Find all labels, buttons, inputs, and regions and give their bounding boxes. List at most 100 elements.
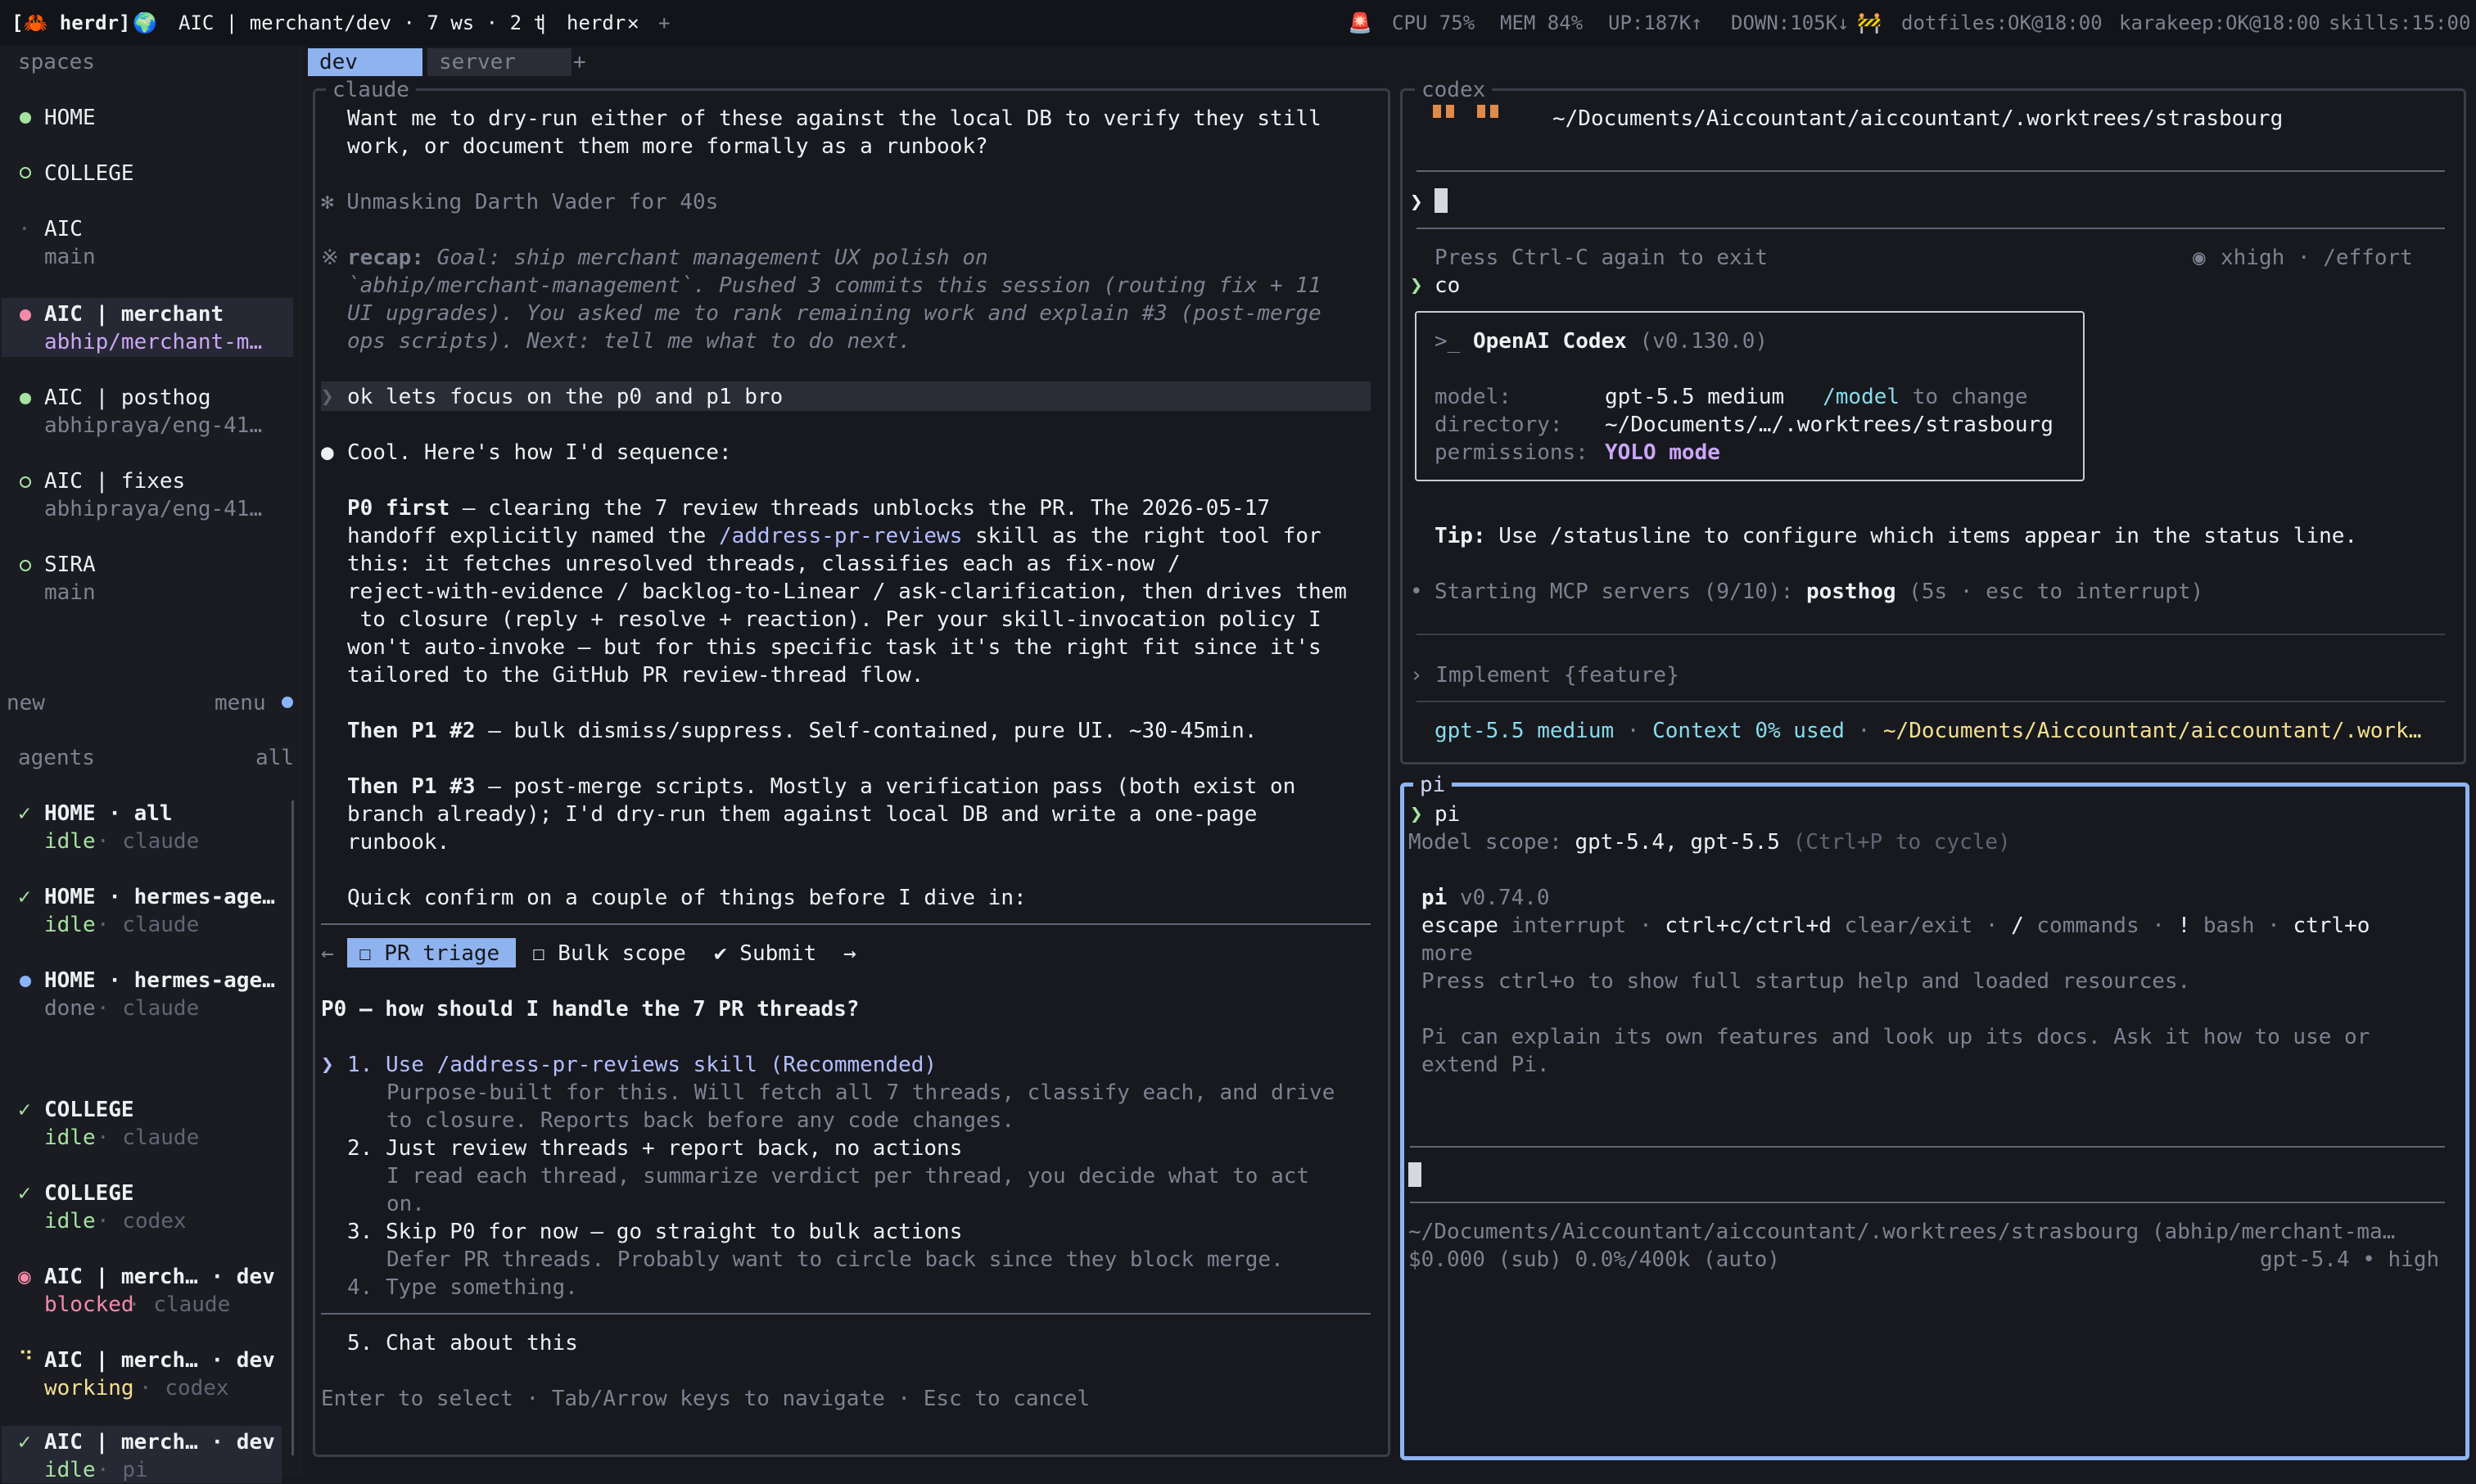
pi-keybindings: escape interrupt · ctrl+c/ctrl+d clear/e… bbox=[1421, 913, 2370, 938]
option-desc: Defer PR threads. Probably want to circl… bbox=[386, 1247, 1284, 1272]
spinner-icon: ⠙ bbox=[18, 1348, 34, 1373]
model-label: model: bbox=[1435, 385, 1511, 409]
claude-text: Then P1 #2 — bulk dismiss/suppress. Self… bbox=[347, 719, 1258, 743]
prompt-icon: ❯ bbox=[1410, 190, 1423, 214]
prompt-icon: ❯ bbox=[1410, 273, 1423, 298]
tab-submit[interactable]: ✔ Submit bbox=[714, 940, 816, 968]
menu-button[interactable]: menu bbox=[215, 689, 266, 717]
divider bbox=[1410, 1202, 2445, 1203]
text-cursor[interactable] bbox=[1435, 188, 1448, 213]
agents-scrollbar[interactable] bbox=[291, 801, 294, 1455]
karakeep-status: karakeep:OK@18:00 bbox=[2119, 11, 2320, 34]
codex-placeholder[interactable]: › Implement {feature} bbox=[1410, 661, 1679, 689]
space-branch: main bbox=[44, 245, 96, 269]
blocked-icon: ◉ bbox=[18, 1265, 31, 1289]
text-cursor[interactable] bbox=[1408, 1162, 1421, 1187]
codex-typed-input[interactable]: co bbox=[1435, 272, 1460, 300]
agent-name: AIC | merch… · dev bbox=[44, 1265, 275, 1289]
agent-name: AIC | merch… · dev bbox=[44, 1430, 275, 1455]
nav-left-arrow[interactable]: ← bbox=[321, 940, 334, 968]
pi-version: pi v0.74.0 bbox=[1421, 886, 1550, 910]
agent-state: idle bbox=[44, 913, 96, 937]
reply-bullet-icon: ● bbox=[321, 440, 334, 465]
agent-tool: · claude bbox=[97, 1125, 200, 1150]
claude-pane-title: claude bbox=[326, 76, 416, 104]
agent-name: AIC | merch… · dev bbox=[44, 1348, 275, 1373]
menu-dot-icon bbox=[282, 697, 293, 708]
claude-text: Quick confirm on a couple of things befo… bbox=[347, 886, 1027, 910]
codex-banner: >_ OpenAI Codex (v0.130.0) bbox=[1435, 329, 1768, 354]
add-tab-icon[interactable]: + bbox=[658, 9, 670, 37]
space-name: HOME bbox=[44, 106, 96, 130]
option-2[interactable]: 2. Just review threads + report back, no… bbox=[347, 1134, 962, 1162]
tab-dev[interactable]: dev bbox=[308, 48, 422, 76]
ring-dot-icon bbox=[20, 476, 31, 488]
codex-status-line: gpt-5.5 medium · Context 0% used · ~/Doc… bbox=[1435, 719, 2422, 743]
model-scope: Model scope: gpt-5.4, gpt-5.5 (Ctrl+P to… bbox=[1408, 830, 2011, 855]
tab-herdr[interactable]: herdr bbox=[567, 9, 626, 37]
agent-tool: · claude bbox=[97, 829, 200, 854]
pi-model: gpt-5.4 • high bbox=[2260, 1247, 2440, 1272]
bullet-icon: · bbox=[18, 217, 31, 241]
agent-state: done bbox=[44, 996, 96, 1021]
pi-pane-title: pi bbox=[1413, 771, 1453, 799]
dotfiles-status: dotfiles:OK@18:00 bbox=[1901, 11, 2103, 34]
cpu-usage: CPU 75% bbox=[1392, 11, 1475, 34]
claude-text: handoff explicitly named the /address-pr… bbox=[347, 524, 1322, 548]
agent-state: idle bbox=[44, 829, 96, 854]
recap-icon: ※ bbox=[321, 246, 339, 270]
agent-state: working bbox=[44, 1376, 134, 1401]
mem-usage: MEM 84% bbox=[1500, 11, 1584, 34]
codex-tip: Tip: Use /statusline to configure which … bbox=[1435, 524, 2358, 548]
option-3[interactable]: 3. Skip P0 for now — go straight to bulk… bbox=[347, 1218, 962, 1246]
question-heading: P0 — how should I handle the 7 PR thread… bbox=[321, 997, 860, 1022]
pi-keybindings: more bbox=[1421, 941, 1473, 966]
new-space-button[interactable]: new bbox=[7, 689, 45, 717]
agent-tool: · pi bbox=[97, 1458, 148, 1482]
agents-all-filter[interactable]: all bbox=[255, 744, 294, 772]
tab-pr-triage[interactable]: ☐ PR triage bbox=[359, 940, 499, 968]
app-badge[interactable]: [🦀 herdr] bbox=[11, 9, 130, 37]
ring-dot-icon bbox=[20, 560, 31, 571]
divider bbox=[1410, 1146, 2445, 1148]
agent-tool: · codex bbox=[97, 1209, 187, 1234]
pi-cost: $0.000 (sub) 0.0%/400k (auto) bbox=[1408, 1247, 1780, 1272]
check-icon: ✓ bbox=[18, 885, 31, 909]
mcp-status: Starting MCP servers (9/10): posthog (5s… bbox=[1435, 580, 2204, 604]
option-1[interactable]: 1. Use /address-pr-reviews skill (Recomm… bbox=[347, 1051, 937, 1079]
nav-right-arrow[interactable]: → bbox=[843, 940, 856, 968]
option-desc: on. bbox=[386, 1192, 425, 1216]
option-desc: I read each thread, summarize verdict pe… bbox=[386, 1164, 1310, 1189]
skills-status: skills:15:00 bbox=[2329, 11, 2471, 34]
check-icon: ✓ bbox=[18, 1430, 31, 1455]
codex-path: ~/Documents/Aiccountant/aiccountant/.wor… bbox=[1552, 106, 2284, 131]
permissions-value: YOLO mode bbox=[1605, 440, 1720, 465]
space-name: AIC | fixes bbox=[44, 469, 186, 494]
claude-footer-hint: Enter to select · Tab/Arrow keys to navi… bbox=[321, 1387, 1091, 1411]
workspace-title: AIC | merchant/dev · 7 ws · 2 t bbox=[178, 11, 545, 34]
pi-command: pi bbox=[1435, 802, 1461, 827]
alarm-icon: 🚨 bbox=[1348, 11, 1372, 34]
agent-name: HOME · hermes-age… bbox=[44, 968, 275, 993]
tab-server[interactable]: server bbox=[427, 48, 572, 76]
add-tab-button[interactable]: + bbox=[562, 48, 606, 76]
close-icon[interactable]: ✕ bbox=[627, 9, 639, 37]
option-5[interactable]: 5. Chat about this bbox=[347, 1329, 578, 1357]
agent-state: idle bbox=[44, 1125, 96, 1150]
tab-bulk-scope[interactable]: ☐ Bulk scope bbox=[532, 940, 686, 968]
prompt-icon: ❯ bbox=[1410, 802, 1423, 827]
permissions-label: permissions: bbox=[1435, 440, 1588, 465]
space-branch: abhipraya/eng-41… bbox=[44, 497, 263, 521]
claude-text: won't auto-invoke — but for this specifi… bbox=[347, 635, 1322, 660]
agent-state: idle bbox=[44, 1209, 96, 1234]
pi-explain: extend Pi. bbox=[1421, 1053, 1550, 1077]
agent-name: COLLEGE bbox=[44, 1098, 134, 1122]
separator: | bbox=[537, 11, 549, 34]
agent-name: HOME · all bbox=[44, 801, 173, 826]
ring-dot-icon bbox=[20, 167, 31, 178]
claude-text: work, or document them more formally as … bbox=[347, 134, 988, 159]
option-4[interactable]: 4. Type something. bbox=[347, 1274, 578, 1301]
globe-icon: 🌍 bbox=[133, 11, 157, 34]
pi-pane[interactable] bbox=[1400, 783, 2469, 1460]
divider bbox=[1416, 701, 2445, 702]
